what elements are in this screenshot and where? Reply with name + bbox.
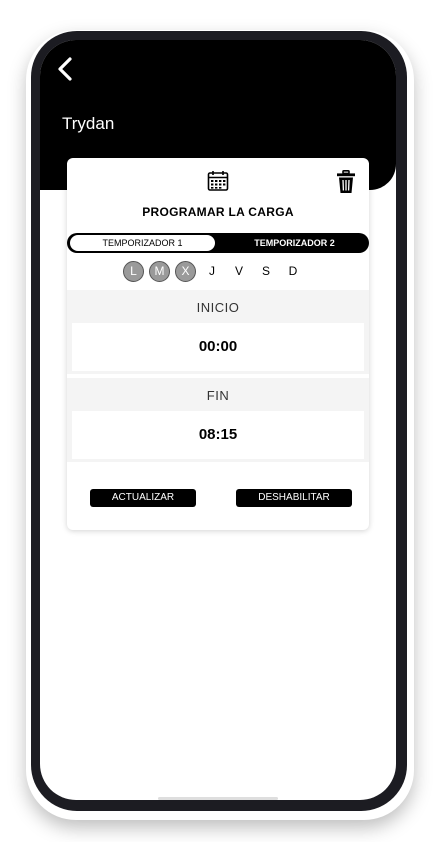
day-tuesday[interactable]: M xyxy=(149,260,170,282)
day-saturday[interactable]: S xyxy=(255,260,277,282)
day-monday[interactable]: L xyxy=(123,260,144,282)
app-screen: Trydan PROGRAMAR LA CARGA TEMPORIZADOR 1 xyxy=(40,40,396,800)
day-sunday[interactable]: D xyxy=(282,260,304,282)
day-thursday[interactable]: J xyxy=(201,260,223,282)
start-time-field[interactable]: 00:00 xyxy=(72,323,364,371)
page-title: Trydan xyxy=(62,114,115,133)
calendar-icon xyxy=(207,171,229,191)
card-heading: PROGRAMAR LA CARGA xyxy=(142,205,294,219)
weekday-selector: L M X J V S D xyxy=(123,259,309,283)
schedule-card: PROGRAMAR LA CARGA TEMPORIZADOR 1 TEMPOR… xyxy=(67,158,369,530)
timer-tabs: TEMPORIZADOR 1 TEMPORIZADOR 2 xyxy=(67,233,369,253)
end-time-field[interactable]: 08:15 xyxy=(72,411,364,459)
chevron-left-icon xyxy=(58,57,72,81)
trash-icon[interactable] xyxy=(336,170,356,194)
end-label: FIN xyxy=(206,388,230,403)
tab-timer-1[interactable]: TEMPORIZADOR 1 xyxy=(70,235,215,251)
disable-button[interactable]: DESHABILITAR xyxy=(236,489,352,507)
day-friday[interactable]: V xyxy=(228,260,250,282)
day-wednesday[interactable]: X xyxy=(175,260,196,282)
back-button[interactable] xyxy=(50,54,80,84)
update-button[interactable]: ACTUALIZAR xyxy=(90,489,196,507)
tab-timer-2[interactable]: TEMPORIZADOR 2 xyxy=(222,235,367,251)
home-indicator xyxy=(158,797,278,800)
start-label: INICIO xyxy=(196,300,240,315)
